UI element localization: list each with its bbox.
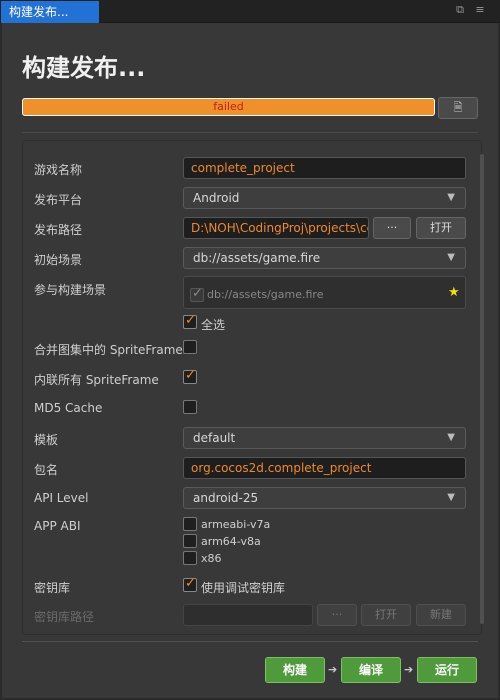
caret-down-icon: ▼: [447, 192, 455, 203]
keystore-path-open-button[interactable]: 打开: [361, 604, 411, 626]
merge-spriteframe-checkbox[interactable]: [183, 340, 197, 354]
inline-spriteframe-label: 内联所有 SpriteFrame: [34, 373, 159, 387]
abi-x86-label: x86: [201, 552, 222, 565]
build-path-label: 发布路径: [34, 223, 83, 237]
api-level-value: android-25: [193, 491, 259, 505]
tab-bar: 构建发布... ⧉ ≡: [0, 0, 500, 23]
start-scene-star-icon: ★: [448, 285, 460, 300]
start-scene-value: db://assets/game.fire: [193, 251, 321, 265]
tab-build-publish[interactable]: 构建发布...: [1, 1, 99, 23]
template-select[interactable]: default ▼: [183, 427, 466, 449]
api-level-label: API Level: [34, 491, 89, 505]
caret-down-icon: ▼: [447, 492, 455, 503]
scene-checkbox[interactable]: [190, 286, 204, 302]
compile-button[interactable]: 编译: [341, 657, 401, 683]
inline-spriteframe-checkbox[interactable]: [183, 368, 197, 384]
platform-label: 发布平台: [34, 193, 83, 207]
abi-armeabi-v7a-checkbox[interactable]: [183, 517, 197, 531]
keystore-path-label: 密钥库路径: [34, 610, 95, 624]
open-log-button[interactable]: 🗎: [438, 97, 478, 119]
package-name-label: 包名: [34, 463, 59, 477]
abi-x86-checkbox[interactable]: [183, 551, 197, 565]
keystore-label: 密钥库: [34, 581, 71, 595]
scene-path-label: db://assets/game.fire: [207, 288, 324, 301]
caret-down-icon: ▼: [447, 432, 455, 443]
template-value: default: [193, 431, 236, 445]
platform-value: Android: [193, 191, 240, 205]
keystore-path-input[interactable]: [183, 604, 313, 626]
build-path-browse-button[interactable]: ···: [373, 217, 411, 239]
divider: [22, 132, 478, 133]
use-debug-keystore-label: 使用调试密钥库: [201, 581, 286, 595]
abi-armeabi-v7a-label: armeabi-v7a: [201, 518, 271, 531]
select-all-label: 全选: [201, 318, 226, 332]
abi-arm64-v8a-label: arm64-v8a: [201, 535, 261, 548]
api-level-select[interactable]: android-25 ▼: [183, 487, 466, 509]
progress-status: failed: [213, 100, 244, 113]
md5-cache-label: MD5 Cache: [34, 401, 103, 415]
form-scrollbar[interactable]: [480, 154, 484, 624]
md5-cache-checkbox[interactable]: [183, 400, 197, 414]
build-button[interactable]: 构建: [265, 657, 325, 683]
start-scene-select[interactable]: db://assets/game.fire ▼: [183, 247, 466, 269]
keystore-path-browse-button[interactable]: ···: [317, 604, 357, 626]
game-name-input[interactable]: complete_project: [183, 157, 466, 179]
platform-select[interactable]: Android ▼: [183, 187, 466, 209]
use-debug-keystore-checkbox[interactable]: [183, 576, 197, 592]
footer-divider: [22, 641, 478, 642]
build-progress-bar: failed: [22, 98, 435, 116]
merge-spriteframe-label: 合并图集中的 SpriteFrame: [34, 343, 183, 357]
app-abi-label: APP ABI: [34, 519, 81, 533]
template-label: 模板: [34, 433, 59, 447]
build-path-open-button[interactable]: 打开: [416, 217, 466, 239]
start-scene-label: 初始场景: [34, 253, 83, 267]
page-title: 构建发布...: [22, 54, 146, 82]
abi-arm64-v8a-checkbox[interactable]: [183, 534, 197, 548]
arrow-right-icon: ➔: [328, 663, 338, 676]
arrow-right-icon: ➔: [404, 663, 414, 676]
build-path-input[interactable]: D:\NOH\CodingProj\projects\ccl: [183, 217, 369, 239]
tab-icons: ⧉ ≡: [454, 4, 486, 16]
select-all-checkbox[interactable]: [183, 313, 197, 329]
caret-down-icon: ▼: [447, 252, 455, 263]
run-button[interactable]: 运行: [417, 657, 477, 683]
game-name-label: 游戏名称: [34, 163, 83, 177]
included-scenes-label: 参与构建场景: [34, 283, 107, 297]
document-icon: 🗎: [453, 101, 463, 114]
popout-icon[interactable]: ⧉: [454, 4, 466, 16]
keystore-new-button[interactable]: 新建: [416, 604, 466, 626]
menu-icon[interactable]: ≡: [474, 4, 486, 16]
package-name-input[interactable]: org.cocos2d.complete_project: [183, 457, 466, 479]
